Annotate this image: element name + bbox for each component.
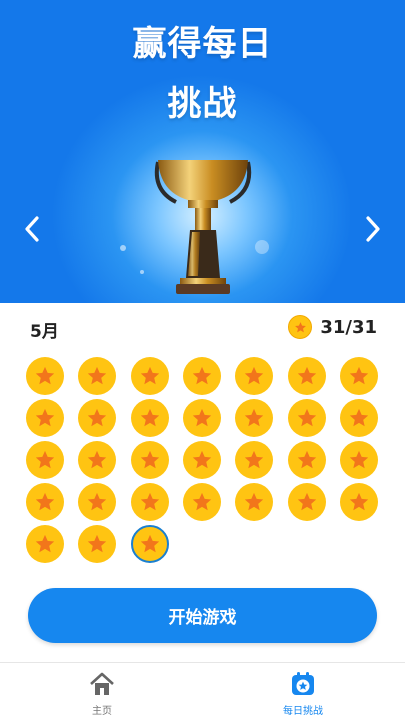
- day-coin[interactable]: [26, 399, 64, 437]
- hero-title-line-2: 挑战: [167, 84, 238, 124]
- star-icon: [297, 408, 316, 427]
- star-icon: [245, 366, 264, 385]
- star-icon: [140, 492, 159, 511]
- chevron-right-icon: [366, 216, 380, 242]
- home-icon: [52, 671, 152, 701]
- day-coin[interactable]: [26, 525, 64, 563]
- star-icon: [349, 450, 368, 469]
- day-coin[interactable]: [26, 357, 64, 395]
- star-icon: [192, 408, 212, 427]
- star-icon: [297, 450, 316, 469]
- star-icon: [88, 366, 107, 385]
- star-icon: [245, 450, 264, 469]
- star-icon: [297, 492, 316, 511]
- bottom-tab-bar: 主页 每日挑战: [0, 662, 405, 721]
- day-coin[interactable]: [287, 483, 326, 521]
- day-coin[interactable]: [182, 399, 221, 437]
- star-icon: [140, 534, 159, 553]
- start-game-button[interactable]: 开始游戏: [28, 588, 377, 643]
- hero-title-line-1: 赢得每日: [132, 24, 273, 64]
- day-coin[interactable]: [78, 441, 117, 479]
- score-value: 31/31: [320, 316, 377, 338]
- day-coin[interactable]: [339, 441, 378, 479]
- day-coin[interactable]: [130, 525, 169, 563]
- day-coin[interactable]: [78, 399, 117, 437]
- star-icon: [349, 408, 368, 427]
- day-coin[interactable]: [235, 483, 274, 521]
- star-icon: [35, 408, 55, 427]
- star-icon: [35, 366, 55, 385]
- chevron-left-icon: [25, 216, 39, 242]
- star-icon: [349, 492, 368, 511]
- day-coin[interactable]: [130, 483, 169, 521]
- star-coin-icon: [288, 315, 313, 339]
- tab-home[interactable]: 主页: [52, 671, 152, 717]
- month-row: 5月 31/31: [0, 303, 405, 349]
- day-coin[interactable]: [78, 483, 117, 521]
- day-coin[interactable]: [287, 357, 326, 395]
- star-icon: [88, 408, 107, 427]
- star-icon: [88, 450, 107, 469]
- star-icon: [192, 450, 212, 469]
- trophy-icon: [154, 160, 252, 294]
- prev-month-button[interactable]: [18, 212, 48, 246]
- hero-banner: 赢得每日 挑战: [0, 0, 405, 303]
- star-icon: [192, 492, 212, 511]
- day-coin[interactable]: [78, 525, 117, 563]
- day-coin[interactable]: [78, 357, 117, 395]
- day-coin[interactable]: [339, 357, 378, 395]
- day-coin[interactable]: [287, 441, 326, 479]
- tab-daily-challenge[interactable]: 每日挑战: [253, 671, 353, 717]
- day-coin[interactable]: [235, 441, 274, 479]
- star-icon: [140, 408, 159, 427]
- day-coin[interactable]: [287, 399, 326, 437]
- next-month-button[interactable]: [357, 212, 387, 246]
- day-coin[interactable]: [182, 483, 221, 521]
- star-icon: [349, 366, 368, 385]
- star-icon: [297, 366, 316, 385]
- star-icon: [35, 450, 55, 469]
- day-coin[interactable]: [130, 399, 169, 437]
- day-coin[interactable]: [26, 483, 64, 521]
- day-coin[interactable]: [339, 483, 378, 521]
- day-coin[interactable]: [130, 441, 169, 479]
- day-coin[interactable]: [182, 357, 221, 395]
- day-coin[interactable]: [182, 441, 221, 479]
- star-icon: [245, 492, 264, 511]
- day-coin[interactable]: [235, 357, 274, 395]
- star-icon: [140, 450, 159, 469]
- star-icon: [192, 366, 212, 385]
- star-icon: [140, 366, 159, 385]
- star-icon: [245, 408, 264, 427]
- month-label: 5月: [30, 322, 59, 342]
- score-display: 31/31: [288, 315, 377, 339]
- tab-home-label: 主页: [92, 706, 112, 717]
- calendar-star-icon: [253, 671, 353, 701]
- star-icon: [88, 492, 107, 511]
- tab-daily-challenge-label: 每日挑战: [283, 706, 323, 717]
- star-icon: [88, 534, 107, 553]
- star-icon: [35, 534, 55, 553]
- day-coin[interactable]: [130, 357, 169, 395]
- day-coin[interactable]: [339, 399, 378, 437]
- star-icon: [35, 492, 55, 511]
- day-coin[interactable]: [235, 399, 274, 437]
- day-coin[interactable]: [26, 441, 64, 479]
